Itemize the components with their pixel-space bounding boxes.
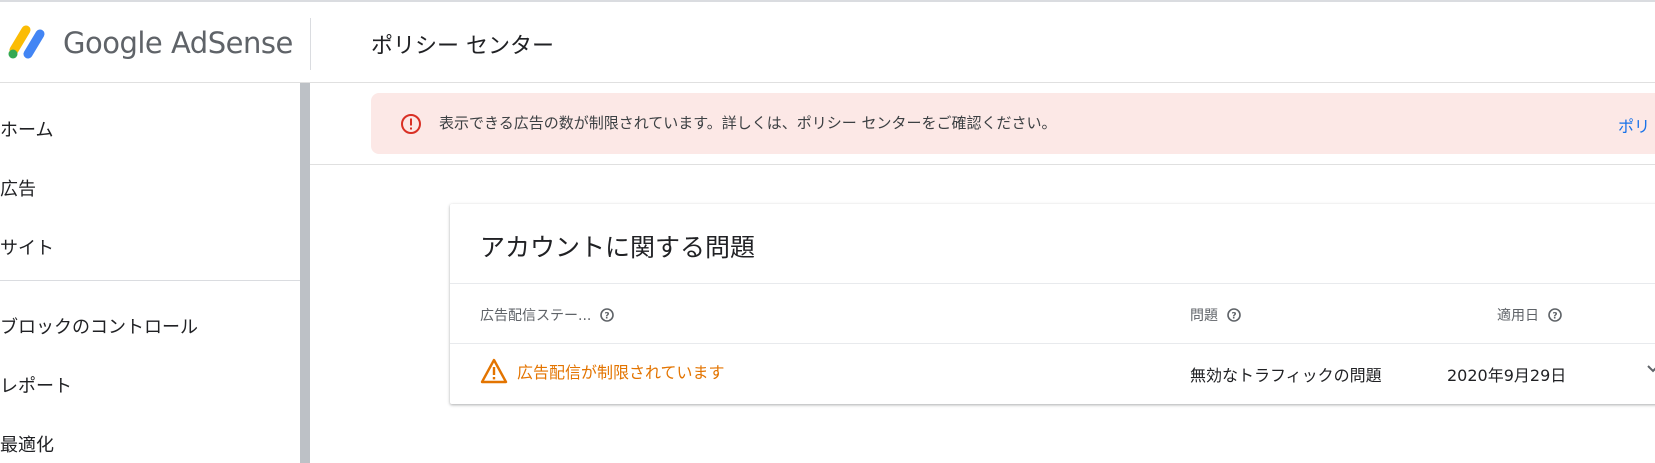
sidebar-scrollbar[interactable] bbox=[300, 83, 310, 463]
svg-text:?: ? bbox=[1552, 312, 1557, 322]
sidebar-item-home[interactable]: ホーム bbox=[0, 116, 53, 142]
policy-center-link[interactable]: ポリ bbox=[1618, 113, 1650, 137]
column-header-label: 広告配信ステー... bbox=[480, 308, 592, 324]
sidebar-nav: ホーム 広告 サイト ブロックのコントロール レポート 最適化 bbox=[0, 83, 300, 463]
help-icon[interactable]: ? bbox=[600, 308, 615, 322]
table-header-divider bbox=[450, 343, 1655, 344]
table-row-status: 広告配信が制限されています bbox=[480, 358, 725, 384]
sidebar-divider bbox=[0, 280, 300, 281]
account-issues-card: アカウントに関する問題 広告配信ステー... ? 問題 ? 適用日 ? 広告配信… bbox=[450, 204, 1655, 404]
table-cell-issue: 無効なトラフィックの問題 bbox=[1190, 366, 1382, 385]
sidebar-item-optimization[interactable]: 最適化 bbox=[0, 431, 54, 457]
chevron-down-icon[interactable] bbox=[1646, 362, 1655, 376]
sidebar-item-reports[interactable]: レポート bbox=[0, 372, 72, 398]
header-divider bbox=[310, 18, 311, 70]
sidebar-item-blocking-controls[interactable]: ブロックのコントロール bbox=[0, 313, 198, 339]
sidebar-item-ads[interactable]: 広告 bbox=[0, 175, 36, 201]
banner-divider bbox=[310, 164, 1655, 165]
card-divider bbox=[450, 283, 1655, 284]
help-icon[interactable]: ? bbox=[1227, 308, 1241, 322]
alert-message: 表示できる広告の数が制限されています。詳しくは、ポリシー センターをご確認くださ… bbox=[439, 114, 1057, 132]
table-cell-date: 2020年9月29日 bbox=[1447, 366, 1567, 385]
brand-name[interactable]: Google AdSense bbox=[63, 26, 293, 60]
card-title: アカウントに関する問題 bbox=[480, 233, 756, 262]
column-header-issue[interactable]: 問題 ? bbox=[1190, 305, 1241, 325]
warning-icon bbox=[480, 358, 508, 384]
help-icon[interactable]: ? bbox=[1548, 308, 1562, 322]
adsense-logo-icon[interactable] bbox=[6, 22, 50, 62]
sidebar-item-sites[interactable]: サイト bbox=[0, 234, 54, 260]
error-icon bbox=[401, 114, 421, 134]
app-header: Google AdSense ポリシー センター bbox=[0, 2, 1655, 83]
policy-alert-banner: 表示できる広告の数が制限されています。詳しくは、ポリシー センターをご確認くださ… bbox=[371, 93, 1655, 154]
svg-text:?: ? bbox=[1231, 312, 1236, 322]
column-header-date[interactable]: 適用日 ? bbox=[1497, 305, 1562, 325]
page-title: ポリシー センター bbox=[371, 34, 554, 59]
status-text: 広告配信が制限されています bbox=[517, 363, 725, 382]
column-header-serving-status[interactable]: 広告配信ステー... ? bbox=[480, 305, 615, 325]
svg-text:?: ? bbox=[605, 312, 610, 322]
column-header-label: 問題 bbox=[1190, 308, 1218, 324]
column-header-label: 適用日 bbox=[1497, 308, 1539, 324]
